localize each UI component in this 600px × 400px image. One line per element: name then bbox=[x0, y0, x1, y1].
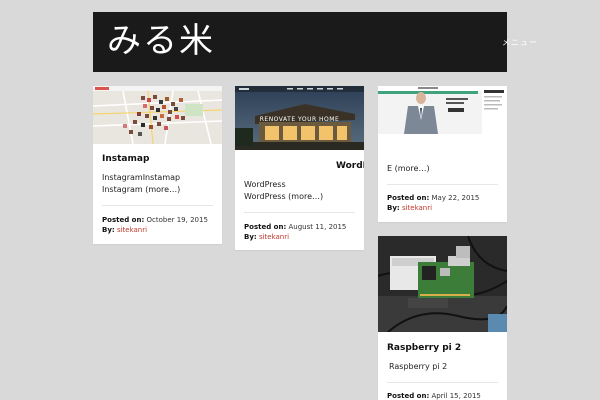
card-divider bbox=[387, 382, 498, 383]
raspberry-thumbnail-image bbox=[378, 236, 507, 332]
card-divider bbox=[387, 184, 498, 185]
posted-on-row: Posted on: October 19, 2015 bbox=[102, 215, 208, 225]
post-thumbnail-raspberry[interactable] bbox=[378, 236, 507, 332]
post-thumbnail-suit[interactable] bbox=[378, 86, 507, 134]
more-link[interactable]: (more…) bbox=[145, 185, 180, 194]
site-header: みる米 bbox=[93, 12, 507, 72]
post-title[interactable]: Raspberry pi 2 bbox=[387, 343, 461, 353]
excerpt-line: WordPress (more…) bbox=[244, 191, 323, 203]
post-thumbnail-map[interactable] bbox=[93, 86, 222, 144]
excerpt-line: InstagramInstamap bbox=[102, 173, 181, 182]
post-title[interactable]: WordPr bbox=[336, 161, 364, 171]
author-row: By: sitekanri bbox=[387, 203, 479, 213]
posted-on-row: Posted on: May 22, 2015 bbox=[387, 193, 479, 203]
author-link[interactable]: sitekanri bbox=[259, 233, 289, 241]
post-excerpt: E (more…) bbox=[387, 163, 430, 175]
excerpt-line: Raspberry pi 2 bbox=[389, 362, 448, 371]
more-link[interactable]: (more…) bbox=[395, 164, 430, 173]
menu-toggle[interactable]: メニュー bbox=[502, 37, 538, 48]
post-date: October 19, 2015 bbox=[146, 216, 208, 224]
excerpt-line: WordPress bbox=[244, 180, 286, 189]
excerpt-line: E (more…) bbox=[387, 163, 430, 175]
by-label: By: bbox=[387, 204, 400, 212]
excerpt-text: Instagram bbox=[102, 185, 143, 194]
author-link[interactable]: sitekanri bbox=[402, 204, 432, 212]
post-date: April 15, 2015 bbox=[431, 392, 481, 400]
post-excerpt: Raspberry pi 2 bbox=[389, 361, 447, 373]
more-link[interactable]: (more…) bbox=[288, 192, 323, 201]
menu-label: メニュー bbox=[502, 38, 538, 47]
author-row: By: sitekanri bbox=[244, 232, 346, 242]
post-meta: Posted on: August 11, 2015 By: sitekanri bbox=[244, 222, 346, 242]
map-thumbnail-image bbox=[93, 86, 222, 144]
author-row: By: sitekanri bbox=[102, 225, 208, 235]
posted-on-row: Posted on: August 11, 2015 bbox=[244, 222, 346, 232]
post-card-suit: E (more…) Posted on: May 22, 2015 By: si… bbox=[378, 86, 507, 222]
thumbnail-caption: RENOVATE YOUR HOME bbox=[259, 116, 340, 123]
post-title[interactable]: Instamap bbox=[102, 154, 149, 164]
site-title[interactable]: みる米 bbox=[107, 18, 215, 64]
card-divider bbox=[102, 205, 213, 206]
post-excerpt: InstagramInstamap Instagram (more…) bbox=[102, 172, 180, 196]
post-card-instamap: Instamap InstagramInstamap Instagram (mo… bbox=[93, 86, 222, 244]
excerpt-text: WordPress bbox=[244, 192, 286, 201]
post-card-raspberry-pi: Raspberry pi 2 Raspberry pi 2 Posted on:… bbox=[378, 236, 507, 400]
author-link[interactable]: sitekanri bbox=[117, 226, 147, 234]
post-meta: Posted on: October 19, 2015 By: sitekanr… bbox=[102, 215, 208, 235]
by-label: By: bbox=[102, 226, 115, 234]
post-thumbnail-house[interactable]: RENOVATE YOUR HOME bbox=[235, 86, 364, 150]
excerpt-line: Instagram (more…) bbox=[102, 184, 180, 196]
post-meta: Posted on: May 22, 2015 By: sitekanri bbox=[387, 193, 479, 213]
posted-on-label: Posted on: bbox=[387, 194, 430, 202]
suit-thumbnail-image bbox=[378, 86, 507, 134]
posted-on-label: Posted on: bbox=[244, 223, 287, 231]
posted-on-row: Posted on: April 15, 2015 bbox=[387, 391, 481, 400]
by-label: By: bbox=[244, 233, 257, 241]
post-card-wordpress: RENOVATE YOUR HOME WordPr WordPress Word… bbox=[235, 86, 364, 250]
posted-on-label: Posted on: bbox=[387, 392, 430, 400]
excerpt-text: E bbox=[387, 164, 393, 173]
post-date: May 22, 2015 bbox=[431, 194, 480, 202]
card-divider bbox=[244, 212, 355, 213]
post-meta: Posted on: April 15, 2015 bbox=[387, 391, 481, 400]
posted-on-label: Posted on: bbox=[102, 216, 145, 224]
post-date: August 11, 2015 bbox=[288, 223, 347, 231]
post-excerpt: WordPress WordPress (more…) bbox=[244, 179, 323, 203]
